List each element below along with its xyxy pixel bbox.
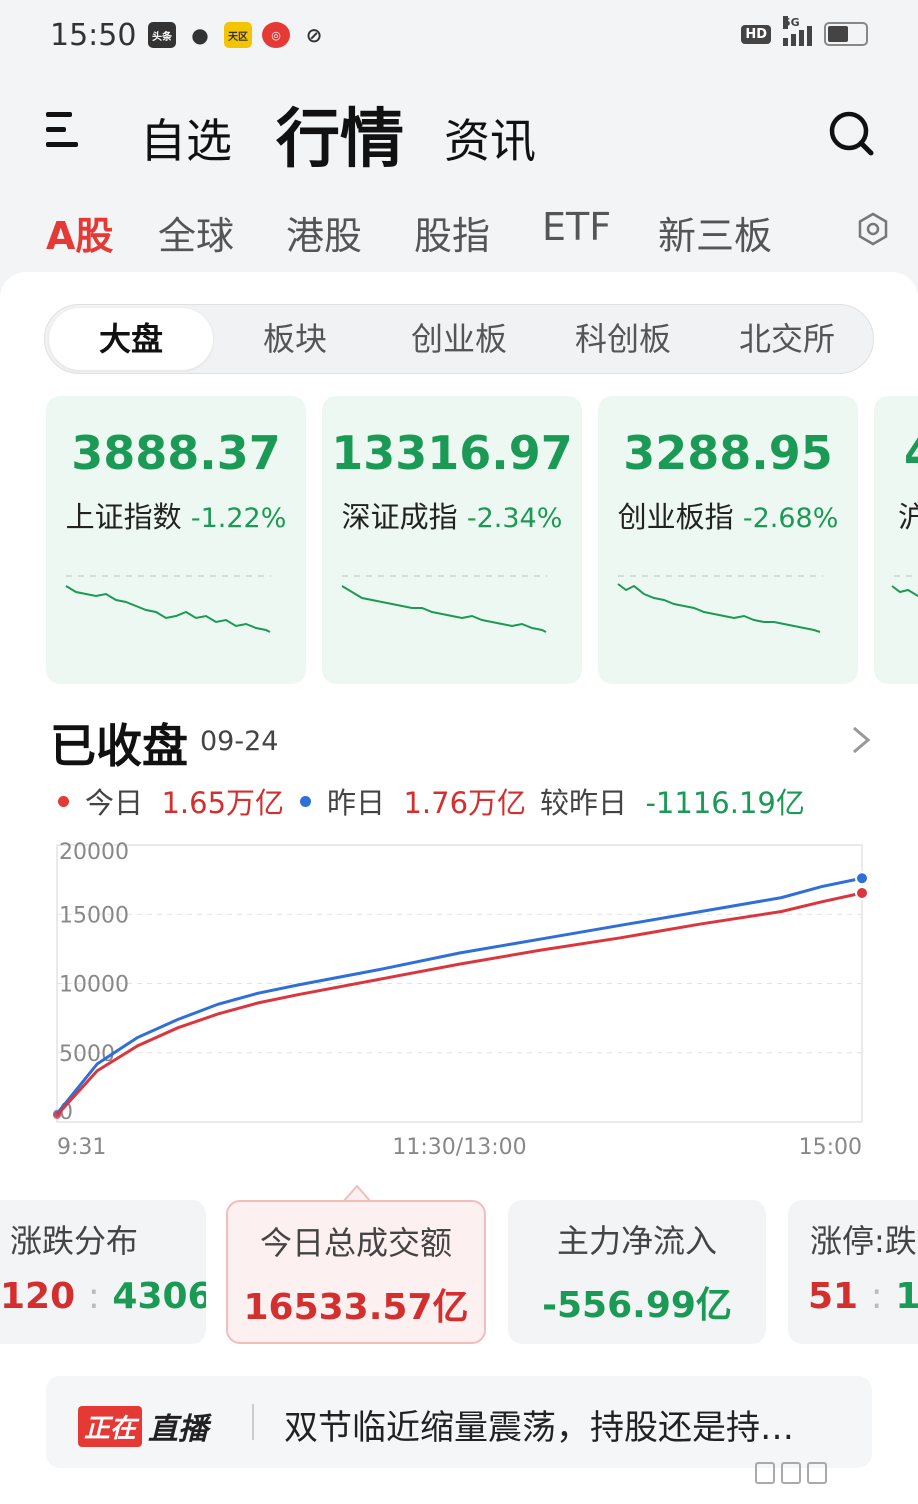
- settings-icon[interactable]: [856, 212, 890, 246]
- y-tick-label: 20000: [59, 840, 129, 865]
- index-sparkline: [341, 575, 547, 633]
- link-icon: ⊘: [305, 23, 323, 47]
- search-icon[interactable]: [828, 110, 874, 156]
- battery-icon: [824, 22, 868, 46]
- tab-watchlist[interactable]: 自选: [140, 105, 232, 171]
- status-time: 15:50: [50, 18, 137, 53]
- segment-control: 大盘 板块 创业板 科创板 北交所: [44, 304, 874, 374]
- index-value: 3288.95: [623, 426, 833, 480]
- index-card-partial[interactable]: 4 沪: [874, 396, 918, 684]
- market-tab-a-share[interactable]: A股: [46, 205, 113, 260]
- index-name: 上证指数 -1.22%: [65, 500, 287, 534]
- market-overview-card: 大盘 板块 创业板 科创板 北交所 3888.37 上证指数 -1.22% 13…: [0, 272, 918, 1504]
- segment-sectors[interactable]: 板块: [213, 305, 377, 373]
- tab-news[interactable]: 资讯: [444, 105, 536, 171]
- signal-icon: 5G: [783, 16, 812, 46]
- stat-limit-up-down[interactable]: 涨停:跌 51 : 1: [788, 1200, 918, 1344]
- tianqu-icon: 天区: [224, 22, 252, 48]
- y-tick-label: 15000: [59, 903, 129, 928]
- menu-icon[interactable]: [46, 112, 78, 148]
- market-tab-index-futures[interactable]: 股指: [414, 205, 490, 260]
- divider: [252, 1404, 254, 1440]
- index-sparkline: [891, 575, 918, 598]
- market-tab-hk[interactable]: 港股: [286, 205, 362, 260]
- status-bar: 15:50 头条 ● 天区 ◎ ⊘ HD 5G: [0, 0, 918, 72]
- y-tick-label: 10000: [59, 973, 129, 998]
- segment-overall[interactable]: 大盘: [49, 308, 213, 370]
- index-name: 创业板指 -2.68%: [617, 500, 839, 534]
- index-value: 3888.37: [71, 426, 281, 480]
- tab-market[interactable]: 行情: [276, 88, 404, 180]
- turnover-chart: 050001000015000200009:31 11:30/13:00 15:00: [53, 840, 869, 1160]
- notification-icons: 头条 ● 天区 ◎ ⊘: [148, 22, 328, 48]
- stat-main-net-inflow[interactable]: 主力净流入 -556.99亿: [508, 1200, 766, 1344]
- market-tab-global[interactable]: 全球: [158, 205, 234, 260]
- legend-yesterday: 昨日 1.76万亿: [300, 780, 526, 822]
- segment-chinext[interactable]: 创业板: [377, 305, 541, 373]
- market-date: 09-24: [200, 726, 279, 757]
- y-tick-label: 5000: [59, 1042, 115, 1067]
- x-tick-label: 11:30/13:00: [392, 1135, 526, 1160]
- toutiao-icon: 头条: [148, 22, 176, 48]
- series-start-point: [53, 1111, 61, 1120]
- red-dot-icon: [58, 795, 69, 807]
- x-tick-label: 9:31: [57, 1135, 106, 1160]
- red-app-icon: ◎: [262, 22, 290, 48]
- series-line: [55, 891, 863, 1117]
- series-end-point: [855, 886, 869, 901]
- blue-dot-icon: [300, 795, 311, 807]
- segment-star[interactable]: 科创板: [541, 305, 705, 373]
- index-card-shanghai[interactable]: 3888.37 上证指数 -1.22%: [46, 396, 306, 684]
- watermark-icon: [755, 1460, 895, 1486]
- series-end-point: [855, 871, 869, 886]
- market-tab-neeq[interactable]: 新三板: [658, 205, 772, 260]
- index-value: 4: [904, 426, 918, 480]
- index-card-shenzhen[interactable]: 13316.97 深证成指 -2.34%: [322, 396, 582, 684]
- status-right: HD 5G: [741, 16, 868, 46]
- chevron-right-icon[interactable]: [850, 724, 872, 756]
- index-name: 沪: [898, 500, 918, 534]
- stat-total-turnover[interactable]: 今日总成交额 16533.57亿: [226, 1200, 486, 1344]
- legend-diff: 较昨日 -1116.19亿: [540, 786, 805, 820]
- live-broadcast-banner[interactable]: 正在 直播 双节临近缩量震荡，持股还是持…: [46, 1376, 872, 1468]
- wechat-icon: ●: [191, 23, 209, 47]
- index-card-chinext[interactable]: 3288.95 创业板指 -2.68%: [598, 396, 858, 684]
- series-line: [55, 876, 863, 1115]
- live-title: 双节临近缩量震荡，持股还是持…: [284, 1408, 794, 1448]
- market-tab-etf[interactable]: ETF: [542, 205, 611, 249]
- stat-up-down-distribution[interactable]: 涨跌分布 120 : 4306: [0, 1200, 206, 1344]
- x-tick-label: 15:00: [799, 1135, 862, 1160]
- index-name: 深证成指 -2.34%: [341, 500, 563, 534]
- legend-today: 今日 1.65万亿: [58, 780, 284, 822]
- segment-bse[interactable]: 北交所: [705, 305, 869, 373]
- index-sparkline: [65, 575, 271, 633]
- market-status-title: 已收盘: [50, 719, 188, 773]
- index-sparkline: [617, 575, 823, 633]
- live-badge: 正在 直播: [78, 1404, 208, 1448]
- index-value: 13316.97: [331, 426, 573, 480]
- hd-icon: HD: [741, 24, 771, 44]
